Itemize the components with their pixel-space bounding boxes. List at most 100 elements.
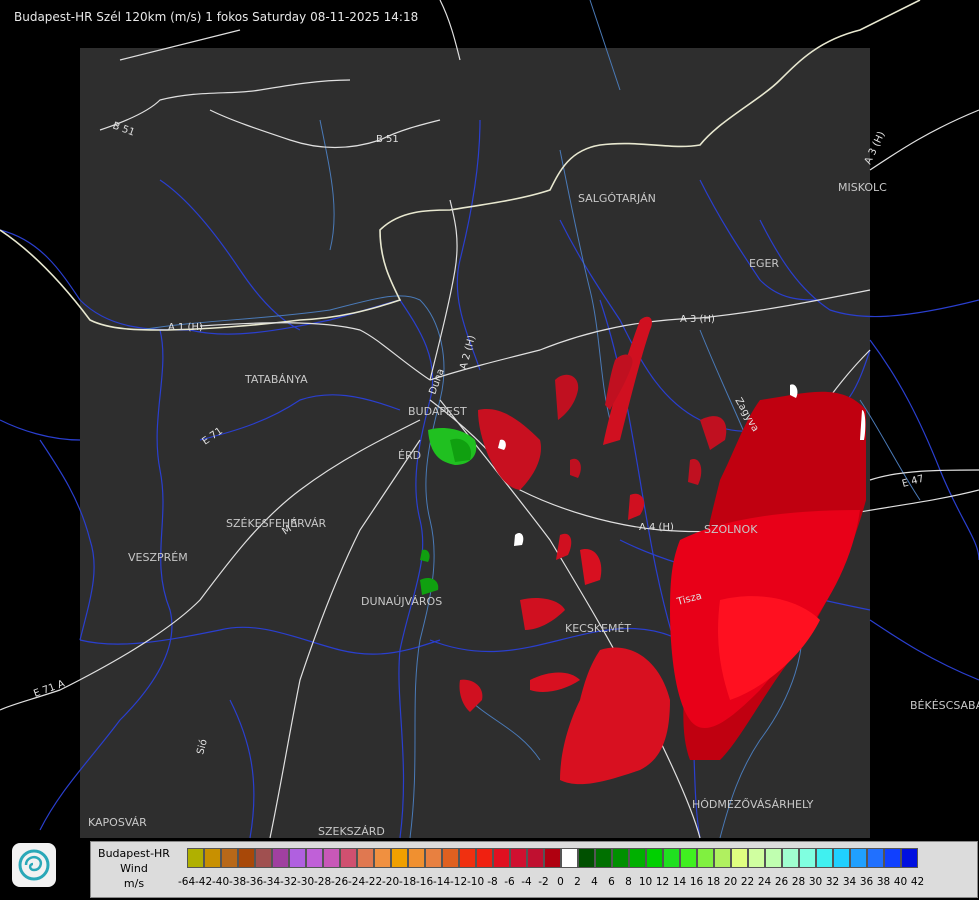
legend-swatch	[475, 848, 493, 868]
legend-swatch	[237, 848, 255, 868]
legend-tick-label: 18	[706, 876, 721, 888]
legend-swatch	[526, 848, 544, 868]
place-label: BÉKÉSCSABA	[910, 699, 979, 712]
road-label: A 3 (H)	[680, 314, 715, 325]
legend-tick-label: 2	[574, 876, 581, 888]
legend-swatch	[747, 848, 765, 868]
place-label: MISKOLC	[838, 181, 887, 194]
place-label: HÓDMEZŐVÁSÁRHELY	[692, 797, 814, 811]
legend-tick-label: -14	[433, 876, 451, 888]
road-label: A 4 (H)	[639, 522, 674, 533]
legend-tick-label: 20	[723, 876, 738, 888]
legend-tick-label: 26	[774, 876, 789, 888]
road-label: B 51	[376, 134, 399, 145]
legend-swatch	[781, 848, 799, 868]
legend-radar-name: Budapest-HR	[98, 847, 170, 860]
legend-swatch	[356, 848, 374, 868]
legend-swatch	[390, 848, 408, 868]
legend-title: Budapest-HR Wind m/s	[91, 846, 177, 891]
place-label: VESZPRÉM	[128, 551, 188, 564]
legend-swatch	[713, 848, 731, 868]
legend-tick-label: 0	[557, 876, 564, 888]
place-label: SZÉKESFEHÉRVÁR	[226, 517, 327, 530]
place-label: BUDAPEST	[408, 405, 467, 418]
legend-ticks: -64 -42 -40 -38 -36 -34 -32 -30 -28 -26 -24 -22 -20-…	[178, 876, 926, 890]
legend-tick-label: 32	[825, 876, 840, 888]
legend-swatch	[832, 848, 850, 868]
legend-tick-label: -20	[382, 876, 400, 888]
legend-tick-label: -4	[521, 876, 532, 888]
place-label: KECSKEMÉT	[565, 622, 631, 635]
legend-tick-label: -42	[195, 876, 213, 888]
legend-swatch	[883, 848, 901, 868]
legend-swatch	[271, 848, 289, 868]
legend-swatch	[220, 848, 238, 868]
legend-tick-label: -16	[416, 876, 434, 888]
place-label: SZOLNOK	[704, 523, 758, 536]
legend-tick-label: 22	[740, 876, 755, 888]
legend-tick-label: 30	[808, 876, 823, 888]
legend-tick-label: -10	[467, 876, 485, 888]
legend-swatch	[509, 848, 527, 868]
legend-swatch	[594, 848, 612, 868]
legend-swatch	[815, 848, 833, 868]
legend-tick-label: 38	[876, 876, 891, 888]
legend-tick-label: 10	[638, 876, 653, 888]
legend-tick-label: 8	[625, 876, 632, 888]
place-label: DUNAÚJVÁROS	[361, 595, 442, 608]
map-title: Budapest-HR Szél 120km (m/s) 1 fokos Sat…	[14, 10, 419, 24]
legend-swatch	[798, 848, 816, 868]
legend-swatch	[628, 848, 646, 868]
legend-swatch	[492, 848, 510, 868]
legend-tick-label: -36	[246, 876, 264, 888]
legend-swatch	[662, 848, 680, 868]
legend-swatch	[441, 848, 459, 868]
legend-tick-label: -32	[280, 876, 298, 888]
legend-swatch	[577, 848, 595, 868]
legend-tick-label: 34	[842, 876, 857, 888]
legend-quantity: Wind	[120, 862, 148, 875]
legend-tick-label: -30	[297, 876, 315, 888]
legend-swatch	[849, 848, 867, 868]
legend-unit: m/s	[123, 877, 145, 890]
legend-tick-label: 14	[672, 876, 687, 888]
legend-tick-label: 28	[791, 876, 806, 888]
road-label: E 71 A	[32, 678, 66, 699]
legend-swatch	[543, 848, 561, 868]
legend-tick-label: -34	[263, 876, 281, 888]
legend-swatch	[730, 848, 748, 868]
legend-swatches	[186, 848, 918, 869]
legend-swatch	[696, 848, 714, 868]
legend-swatch	[866, 848, 884, 868]
legend-tick-label: -2	[538, 876, 549, 888]
legend-swatch	[254, 848, 272, 868]
legend-swatch	[373, 848, 391, 868]
road-label: A 1 (H)	[168, 322, 203, 333]
legend-tick-label: -12	[450, 876, 468, 888]
legend-swatch	[900, 848, 918, 868]
legend-swatch	[407, 848, 425, 868]
place-label: KAPOSVÁR	[88, 816, 147, 829]
legend-tick-label: -38	[229, 876, 247, 888]
legend-tick-label: 4	[591, 876, 598, 888]
legend-swatch	[322, 848, 340, 868]
legend-tick-label: -64	[178, 876, 196, 888]
legend-swatch	[764, 848, 782, 868]
place-label: EGER	[749, 257, 779, 270]
legend-swatch	[611, 848, 629, 868]
weather-service-swirl-logo-icon	[12, 843, 56, 887]
legend-tick-label: -22	[365, 876, 383, 888]
legend-swatch	[645, 848, 663, 868]
legend: Budapest-HR Wind m/s -64 -42 -40 -38 -36 -34-…	[90, 841, 978, 898]
legend-swatch	[305, 848, 323, 868]
legend-tick-label: -28	[314, 876, 332, 888]
radar-map: SALGÓTARJÁN MISKOLC EGER TATABÁNYA BUDAP…	[0, 0, 979, 839]
legend-swatch	[203, 848, 221, 868]
legend-tick-label: 42	[910, 876, 925, 888]
legend-tick-label: -8	[487, 876, 498, 888]
legend-tick-label: -24	[348, 876, 366, 888]
legend-tick-label: -18	[399, 876, 417, 888]
legend-swatch	[679, 848, 697, 868]
legend-tick-label: 40	[893, 876, 908, 888]
legend-swatch	[186, 848, 204, 868]
